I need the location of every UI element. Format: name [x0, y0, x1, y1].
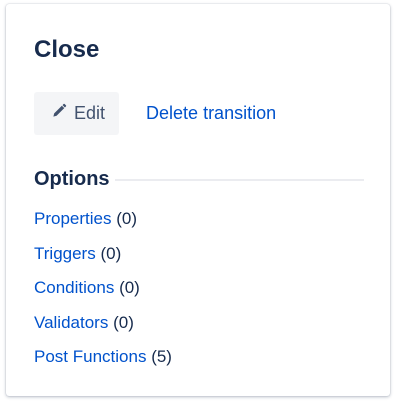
validators-count: (0) [113, 312, 134, 332]
transition-actions: Edit Delete transition [34, 91, 276, 135]
conditions-count: (0) [119, 278, 140, 297]
option-validators: Validators (0) [34, 311, 172, 346]
pencil-icon [50, 102, 74, 125]
delete-transition-link[interactable]: Delete transition [146, 102, 276, 124]
triggers-count: (0) [100, 243, 122, 263]
option-triggers: Triggers (0) [34, 242, 172, 277]
section-divider [114, 179, 364, 181]
options-section-header: Options [34, 166, 364, 192]
conditions-link[interactable]: Conditions [34, 278, 114, 297]
properties-link[interactable]: Properties [34, 209, 111, 228]
transition-panel: Close Edit Delete transition Options Pro… [6, 4, 390, 396]
option-post-functions: Post Functions (5) [34, 345, 172, 380]
post-functions-count: (5) [151, 347, 172, 366]
options-list: Properties (0) Triggers (0) Conditions (… [34, 207, 172, 380]
option-conditions: Conditions (0) [34, 276, 172, 311]
option-properties: Properties (0) [34, 207, 172, 242]
edit-button-label: Edit [74, 102, 106, 123]
transition-title: Close [34, 36, 100, 63]
properties-count: (0) [116, 209, 137, 228]
edit-button[interactable]: Edit [34, 91, 120, 135]
validators-link[interactable]: Validators [34, 313, 108, 332]
triggers-link[interactable]: Triggers [34, 244, 96, 263]
post-functions-link[interactable]: Post Functions [34, 347, 146, 366]
options-heading: Options [34, 168, 110, 190]
